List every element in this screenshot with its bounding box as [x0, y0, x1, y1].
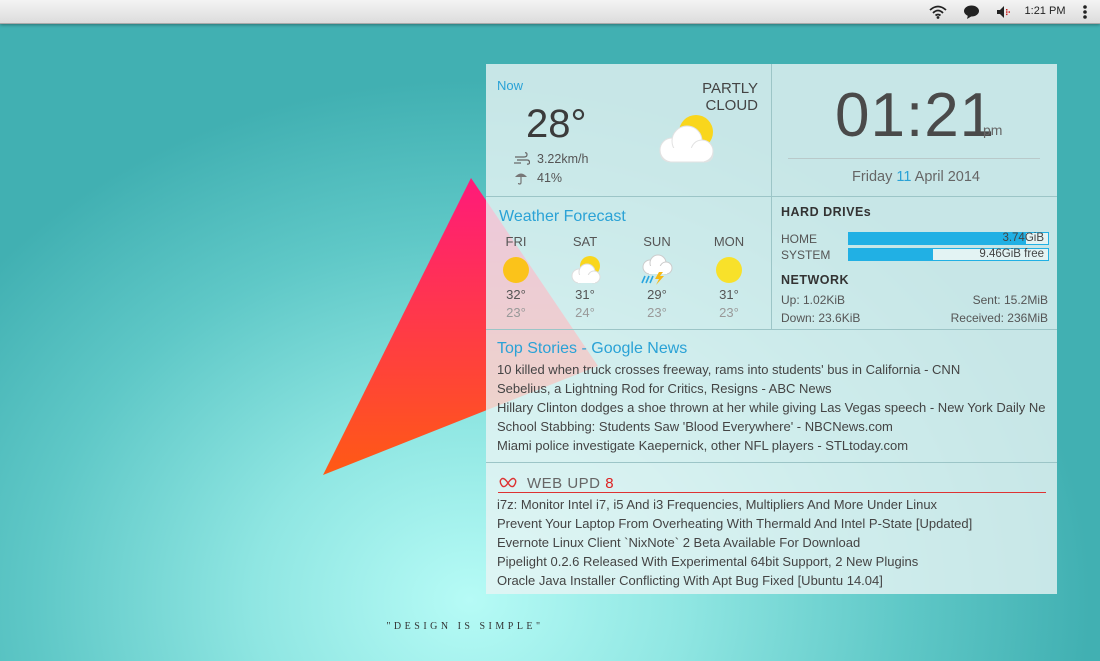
- forecast-day: MON 31° 23°: [699, 234, 759, 320]
- forecast-day-name: SUN: [643, 234, 671, 249]
- umbrella-icon: [515, 173, 527, 185]
- news-item[interactable]: 10 killed when truck crosses freeway, ra…: [497, 362, 1052, 377]
- network-down: Down: 23.6KiB: [781, 311, 861, 325]
- forecast-day-name: FRI: [505, 234, 527, 249]
- news-item[interactable]: Hillary Clinton dodges a shoe thrown at …: [497, 400, 1052, 415]
- forecast-day-name: MON: [713, 234, 745, 249]
- network-title: NETWORK: [781, 273, 850, 287]
- network-up: Up: 1.02KiB: [781, 293, 846, 307]
- forecast-low: 23°: [506, 305, 526, 320]
- webupd8-item[interactable]: Oracle Java Installer Conflicting With A…: [497, 573, 1052, 588]
- network-received: Received: 236MiB: [950, 311, 1048, 325]
- drive-usage-value: 3.74GiB: [1002, 232, 1044, 244]
- partly-cloudy-icon: [571, 256, 601, 284]
- network-sent: Sent: 15.2MiB: [972, 293, 1048, 307]
- wind-speed: 3.22km/h: [537, 152, 589, 166]
- webupd8-title-number: 8: [605, 475, 615, 492]
- sunny-icon: [716, 257, 742, 283]
- webupd8-logo-icon: [499, 477, 517, 488]
- tagline: "DESIGN IS SIMPLE": [386, 621, 544, 632]
- drive-usage-bar: 9.46GiB free: [848, 248, 1049, 261]
- clock-ampm: pm: [983, 122, 1003, 138]
- drive-label: SYSTEM: [781, 248, 831, 262]
- divider: [498, 492, 1046, 493]
- divider: [486, 196, 1057, 197]
- divider: [486, 462, 1057, 463]
- sunny-icon: [503, 257, 529, 283]
- forecast-low: 23°: [719, 305, 739, 320]
- divider: [486, 329, 1057, 330]
- forecast-day-name: SAT: [572, 234, 598, 249]
- drive-usage-value: 9.46GiB free: [979, 248, 1044, 260]
- wind-icon: [514, 152, 530, 165]
- divider: [788, 158, 1040, 159]
- news-item[interactable]: Sebelius, a Lightning Rod for Critics, R…: [497, 381, 1052, 396]
- forecast-high: 29°: [647, 287, 667, 302]
- forecast-day: SUN 29° 23°: [627, 234, 687, 320]
- news-item[interactable]: School Stabbing: Students Saw 'Blood Eve…: [497, 419, 1052, 434]
- conky-widgets: Now 28° PARTLY CLOUD 3.22km/h 41% 01:21 …: [486, 64, 1057, 594]
- clock-date: Friday 11 April 2014: [786, 169, 1046, 185]
- drive-label: HOME: [781, 232, 817, 246]
- forecast-high: 32°: [506, 287, 526, 302]
- clock-time: 01:21: [835, 81, 996, 150]
- webupd8-item[interactable]: Prevent Your Laptop From Overheating Wit…: [497, 516, 1052, 531]
- forecast-title: Weather Forecast: [499, 208, 626, 225]
- date-weekday: Friday: [852, 169, 893, 185]
- news-title[interactable]: Top Stories - Google News: [497, 340, 687, 358]
- hard-drives-title: HARD DRIVEs: [781, 205, 872, 219]
- drive-usage-bar: 3.74GiB: [848, 232, 1049, 245]
- forecast-high: 31°: [575, 287, 595, 302]
- rain-chance: 41%: [537, 171, 563, 185]
- current-condition: PARTLY CLOUD: [702, 80, 758, 114]
- drive-usage-fill: [849, 249, 933, 260]
- current-temperature: 28°: [526, 102, 587, 146]
- forecast-low: 23°: [647, 305, 667, 320]
- webupd8-title[interactable]: WEB UPD 8: [527, 475, 614, 492]
- webupd8-item[interactable]: i7z: Monitor Intel i7, i5 And i3 Frequen…: [497, 497, 1052, 512]
- webupd8-item[interactable]: Pipelight 0.2.6 Released With Experiment…: [497, 554, 1052, 569]
- partly-cloudy-icon: [659, 115, 714, 163]
- weather-now-label: Now: [497, 78, 524, 93]
- webupd8-title-text: WEB UPD: [527, 475, 601, 492]
- forecast-low: 24°: [575, 305, 595, 320]
- webupd8-item[interactable]: Evernote Linux Client `NixNote` 2 Beta A…: [497, 535, 1052, 550]
- forecast-high: 31°: [719, 287, 739, 302]
- news-item[interactable]: Miami police investigate Kaepernick, oth…: [497, 438, 1052, 453]
- drive-usage-fill: [849, 233, 1027, 244]
- date-month-year: April 2014: [914, 169, 980, 185]
- forecast-day: FRI 32° 23°: [486, 234, 546, 320]
- forecast-day: SAT 31° 24°: [555, 234, 615, 320]
- date-day: 11: [896, 169, 912, 185]
- thunderstorm-icon: [641, 254, 673, 285]
